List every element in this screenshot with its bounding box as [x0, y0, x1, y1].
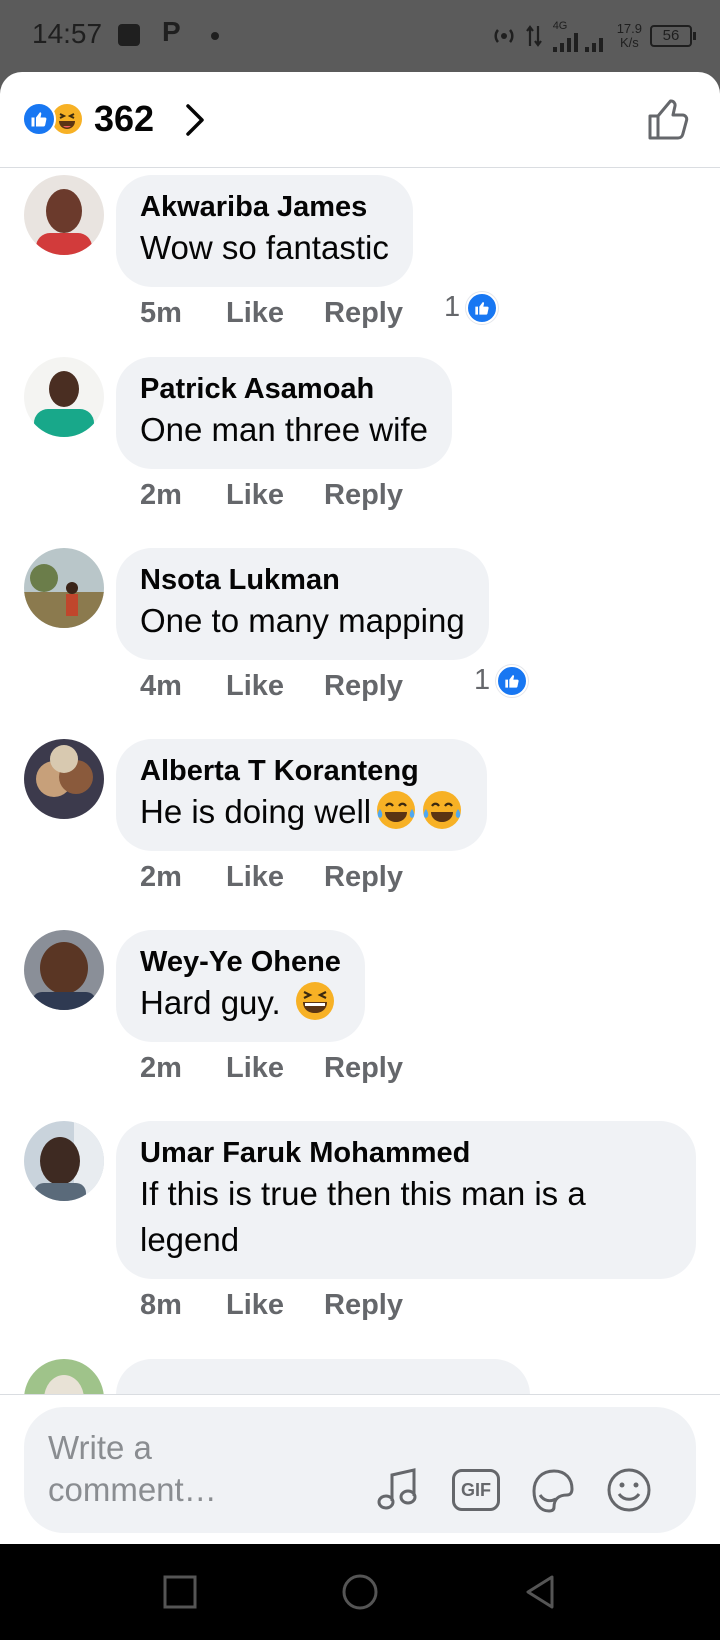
reaction-summary[interactable] [22, 102, 86, 138]
thumbs-up-icon[interactable] [646, 96, 692, 142]
hotspot-icon [494, 29, 514, 43]
reply-button[interactable]: Reply [324, 1052, 403, 1085]
reply-button[interactable]: Reply [324, 1289, 403, 1322]
reply-button[interactable]: Reply [324, 670, 403, 703]
comment-time: 2m [140, 1051, 182, 1084]
comment-text: He is doing well [140, 793, 372, 830]
comment-time: 2m [140, 860, 182, 893]
reply-button[interactable]: Reply [324, 861, 403, 894]
like-reaction-icon [22, 102, 56, 136]
network-speed: 17.9 K/s [617, 22, 642, 50]
comment-input[interactable]: Write a comment… GIF [24, 1407, 696, 1533]
battery-level: 56 [662, 27, 680, 44]
tears-of-joy-emoji-icon [423, 791, 462, 829]
status-bar: 14:57 P 4G 17.9 K/s 56 [0, 0, 720, 72]
comment-time: 8m [140, 1288, 182, 1321]
avatar[interactable] [24, 548, 104, 628]
avatar[interactable] [24, 357, 104, 437]
back-icon[interactable] [520, 1572, 560, 1612]
comment-input-placeholder[interactable]: Write a comment… [48, 1427, 258, 1511]
recents-icon[interactable] [160, 1572, 200, 1612]
status-time: 14:57 [32, 18, 103, 49]
avatar[interactable] [24, 739, 104, 819]
comment-author[interactable]: Umar Faruk Mohammed [140, 1135, 672, 1171]
comment-composer: Write a comment… GIF [0, 1394, 720, 1544]
app-notification-icon: P [162, 16, 181, 47]
comment-meta: 5m Like Reply [140, 293, 403, 333]
comment-text-line: He is doing well [140, 789, 463, 835]
like-button[interactable]: Like [226, 297, 324, 330]
grinning-squinting-emoji-icon [295, 982, 334, 1020]
comment-reaction-number: 1 [444, 291, 461, 323]
like-reaction-icon [466, 291, 499, 324]
battery-icon: 56 [650, 25, 696, 47]
comment-time: 2m [140, 478, 182, 511]
comment-text: Hard guy. [140, 984, 281, 1021]
avatar[interactable] [24, 1121, 104, 1201]
data-transfer-icon [525, 25, 542, 47]
reply-button[interactable]: Reply [324, 479, 403, 512]
signal-strength-icon [552, 33, 603, 52]
system-nav-bar [0, 1544, 720, 1640]
avatar[interactable] [24, 175, 104, 255]
comment-text: One to many mapping [140, 602, 465, 639]
like-button[interactable]: Like [226, 670, 324, 703]
comment-text: One man three wife [140, 411, 428, 448]
comment-author[interactable]: Alberta T Koranteng [140, 753, 463, 789]
comment-reaction-count[interactable]: 1 [444, 291, 499, 324]
signal-group: 4G [551, 21, 609, 52]
comment-bubble[interactable]: Patrick Asamoah One man three wife [116, 357, 452, 469]
comment-author[interactable]: Nsota Lukman [140, 562, 465, 598]
avatar[interactable] [24, 930, 104, 1010]
comment-meta: 2m Like Reply [140, 1048, 403, 1088]
network-speed-value: 17.9 [616, 21, 642, 36]
comment-bubble[interactable]: Nsota Lukman One to many mapping [116, 548, 489, 660]
comment-text: If this is true then this man is a legen… [140, 1175, 586, 1258]
like-reaction-icon [496, 664, 529, 697]
comment-bubble[interactable]: Umar Faruk Mohammed If this is true then… [116, 1121, 696, 1279]
notification-dot-icon [211, 32, 219, 40]
comment-text-line: Hard guy. [140, 980, 341, 1026]
comment-bubble[interactable]: Akwariba James Wow so fantastic [116, 175, 413, 287]
reaction-count[interactable]: 362 [94, 98, 154, 140]
reactions-header: 362 [0, 72, 720, 168]
comment-author[interactable]: Akwariba James [140, 189, 389, 225]
comment-time: 5m [140, 296, 182, 329]
comment-meta: 2m Like Reply [140, 475, 403, 515]
comment-author[interactable]: Patrick Asamoah [140, 371, 428, 407]
comment-list[interactable]: Akwariba James Wow so fantastic 5m Like … [0, 169, 720, 1466]
comment-text: Wow so fantastic [140, 229, 389, 266]
reply-button[interactable]: Reply [324, 297, 403, 330]
like-button[interactable]: Like [226, 1052, 324, 1085]
like-button[interactable]: Like [226, 1289, 324, 1322]
comments-sheet: 362 Akwariba James Wow so fantastic 5m L… [0, 72, 720, 1544]
home-icon[interactable] [340, 1572, 380, 1612]
comment-meta: 4m Like Reply [140, 666, 403, 706]
status-indicators: 4G 17.9 K/s 56 [491, 18, 696, 54]
comment-author[interactable]: Wey-Ye Ohene [140, 944, 341, 980]
emoji-icon[interactable] [604, 1465, 654, 1515]
network-speed-unit: K/s [619, 35, 639, 50]
comment-reaction-number: 1 [474, 664, 491, 696]
comment-bubble[interactable]: Alberta T Koranteng He is doing well [116, 739, 488, 851]
like-button[interactable]: Like [226, 861, 324, 894]
music-icon[interactable] [374, 1465, 424, 1515]
notification-square-icon [118, 24, 140, 46]
comment-meta: 2m Like Reply [140, 857, 403, 897]
sticker-icon[interactable] [528, 1465, 578, 1515]
tears-of-joy-emoji-icon [377, 791, 416, 829]
comment-reaction-count[interactable]: 1 [474, 664, 529, 697]
comment-time: 4m [140, 669, 182, 702]
gif-icon[interactable]: GIF [452, 1469, 500, 1511]
like-button[interactable]: Like [226, 479, 324, 512]
comment-meta: 8m Like Reply [140, 1285, 403, 1325]
chevron-right-icon[interactable] [178, 100, 210, 140]
comment-bubble[interactable]: Wey-Ye Ohene Hard guy. [116, 930, 365, 1042]
gif-label: GIF [461, 1479, 491, 1500]
